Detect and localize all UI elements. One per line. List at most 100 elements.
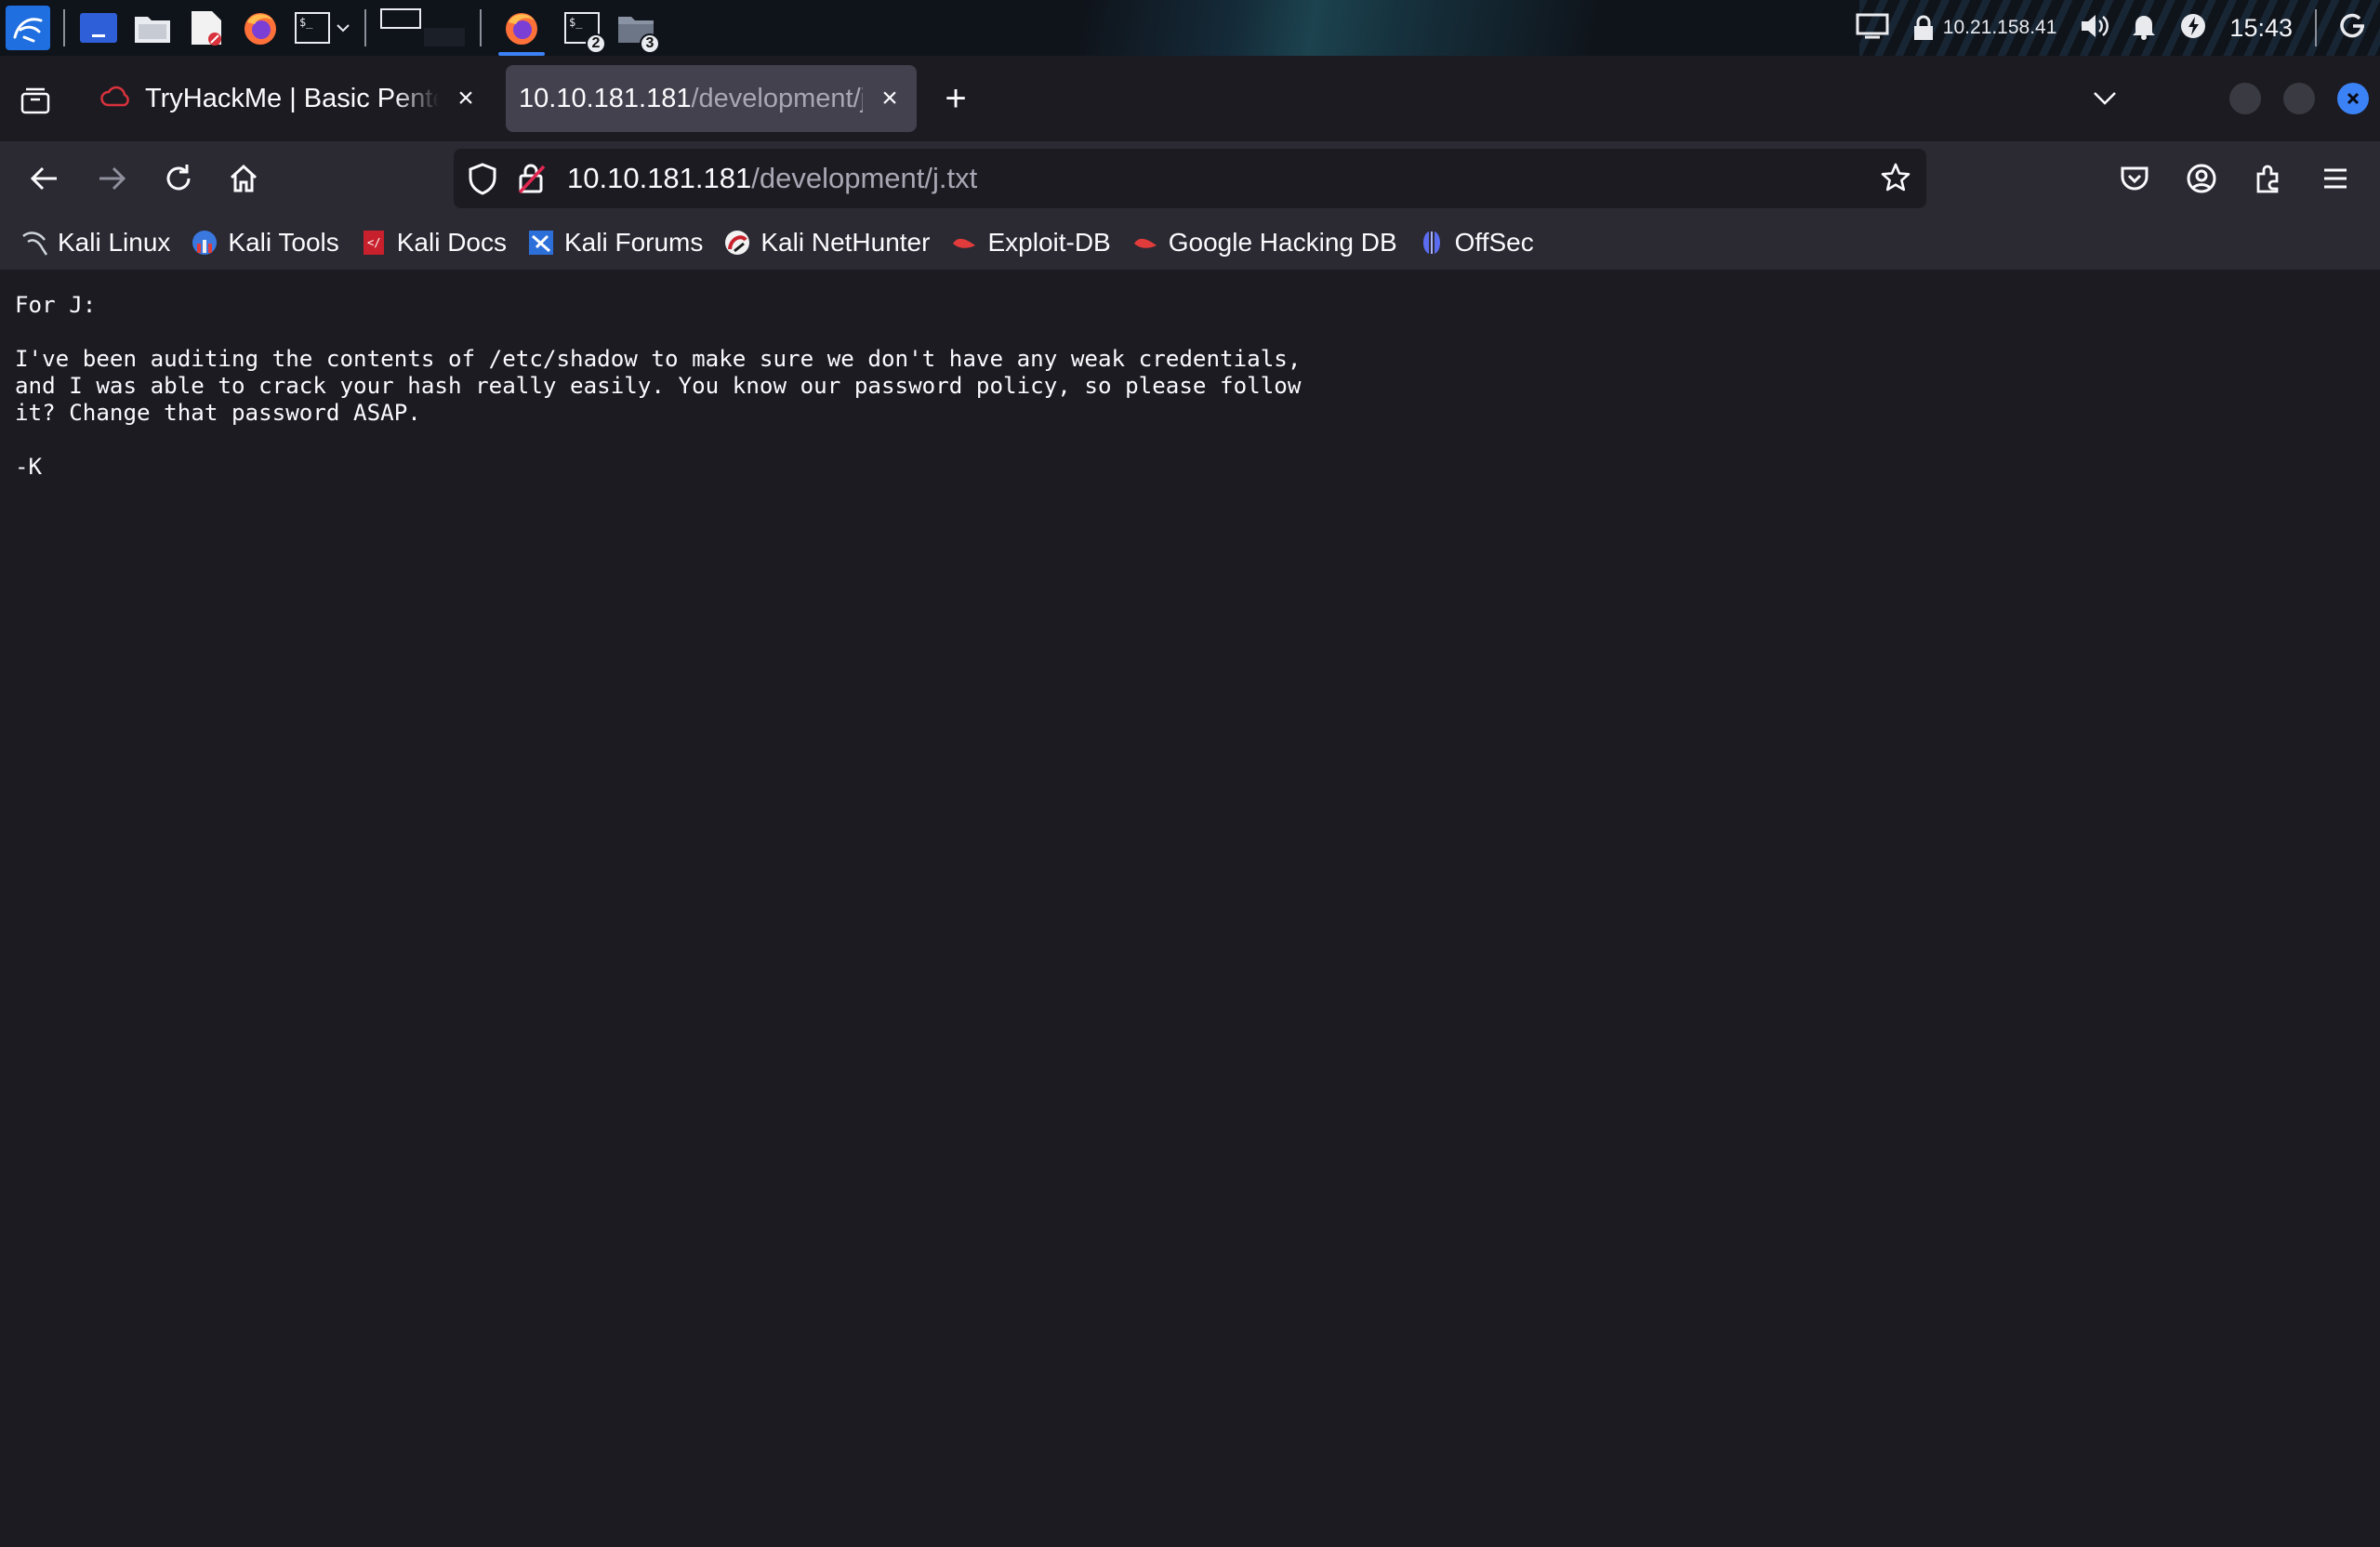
bookmark-label: Kali Tools <box>228 228 339 257</box>
reload-button[interactable] <box>160 160 197 197</box>
back-button[interactable] <box>26 160 63 197</box>
taskbar-separator <box>480 9 482 46</box>
logout-icon[interactable] <box>2339 12 2367 45</box>
svg-text:$_: $_ <box>569 16 583 29</box>
reload-icon <box>166 165 191 191</box>
volume-icon[interactable] <box>2079 12 2109 45</box>
firefox-launcher-icon[interactable] <box>240 7 281 48</box>
extensions-button[interactable] <box>2250 160 2287 197</box>
notifications-icon[interactable] <box>2131 12 2157 45</box>
url-text: 10.10.181.181/development/j.txt <box>567 162 977 195</box>
bookmark-kali-nethunter[interactable]: Kali NetHunter <box>723 228 930 258</box>
tab-j-txt[interactable]: 10.10.181.181/development/j.txt × <box>506 65 917 132</box>
bookmark-label: OffSec <box>1454 228 1534 257</box>
offsec-icon <box>1418 229 1446 257</box>
exploitdb-icon <box>950 229 978 257</box>
nethunter-icon <box>723 229 751 257</box>
clock[interactable]: 15:43 <box>2229 14 2293 43</box>
url-host: 10.10.181.181 <box>567 162 752 194</box>
bookmark-exploit-db[interactable]: Exploit-DB <box>950 228 1111 258</box>
navigation-toolbar: 10.10.181.181/development/j.txt <box>0 141 2380 216</box>
bookmark-offsec[interactable]: OffSec <box>1418 228 1534 258</box>
taskbar-separator <box>364 9 366 46</box>
vpn-ip-address: 10.21.158.41 <box>1942 17 2057 38</box>
window-maximize-button[interactable] <box>2283 83 2315 114</box>
bookmark-kali-forums[interactable]: Kali Forums <box>527 228 703 258</box>
window-count-badge: 2 <box>586 33 606 54</box>
page-content: For J: I've been auditing the contents o… <box>0 270 2380 1547</box>
hamburger-menu-icon <box>2324 168 2347 189</box>
tab-title: 10.10.181.181/development/j.txt <box>519 84 863 114</box>
insecure-connection-lock-icon[interactable] <box>517 162 547 200</box>
svg-text:</: </ <box>367 236 380 249</box>
tracking-protection-shield-icon[interactable] <box>467 162 498 200</box>
bookmark-label: Kali Linux <box>58 228 171 257</box>
tab-close-button[interactable]: × <box>876 83 904 114</box>
tab-title: TryHackMe | Basic Pentesting <box>145 83 439 113</box>
power-manager-icon[interactable] <box>2179 12 2207 45</box>
forward-button[interactable] <box>93 160 130 197</box>
kali-menu-icon[interactable] <box>6 6 50 50</box>
terminal-window-icon[interactable]: $_ 2 <box>562 7 606 54</box>
taskbar-separator <box>2315 9 2317 46</box>
bookmark-label: Google Hacking DB <box>1168 228 1397 257</box>
vpn-lock-icon <box>1913 15 1933 40</box>
pocket-icon <box>2121 166 2149 191</box>
terminal-launcher-icon[interactable]: $_ <box>294 7 351 48</box>
file-manager-icon[interactable] <box>132 7 173 48</box>
tab-title-path: /development/j.txt <box>691 83 863 113</box>
account-icon <box>2187 164 2216 193</box>
forward-arrow-icon <box>99 166 126 191</box>
bookmark-label: Exploit-DB <box>987 228 1111 257</box>
taskbar-launchers: $_ $_ 2 3 <box>6 0 660 56</box>
url-bar[interactable]: 10.10.181.181/development/j.txt <box>454 149 1926 208</box>
close-icon <box>2347 92 2360 105</box>
kali-tools-icon <box>191 229 218 257</box>
bookmark-label: Kali Docs <box>396 228 507 257</box>
list-all-tabs-chevron-icon[interactable] <box>2086 80 2123 117</box>
taskbar-separator <box>63 9 65 46</box>
bookmark-label: Kali NetHunter <box>760 228 931 257</box>
bookmark-kali-linux[interactable]: Kali Linux <box>20 228 170 258</box>
window-close-button[interactable] <box>2337 83 2369 114</box>
tryhackme-icon <box>100 85 132 113</box>
folder-window-icon[interactable]: 3 <box>615 7 660 54</box>
app-menu-button[interactable] <box>2317 160 2354 197</box>
workspace-switcher[interactable] <box>379 7 467 48</box>
extensions-puzzle-icon <box>2256 165 2279 193</box>
display-icon[interactable] <box>1856 12 1889 45</box>
bookmarks-toolbar: Kali Linux Kali Tools </ Kali Docs Kali … <box>0 216 2380 270</box>
show-desktop-icon[interactable] <box>78 7 119 48</box>
account-button[interactable] <box>2183 160 2220 197</box>
bookmark-kali-docs[interactable]: </ Kali Docs <box>360 228 507 258</box>
plain-text-document: For J: I've been auditing the contents o… <box>15 292 1302 480</box>
bookmark-star-icon[interactable] <box>1880 162 1911 198</box>
svg-text:$_: $_ <box>299 16 313 29</box>
bookmark-google-hacking-db[interactable]: Google Hacking DB <box>1131 228 1397 258</box>
kali-dragon-icon <box>20 229 48 257</box>
text-editor-icon[interactable] <box>186 7 227 48</box>
wallpaper-strip <box>1078 0 1599 56</box>
home-icon <box>230 164 258 192</box>
pocket-button[interactable] <box>2116 160 2153 197</box>
window-minimize-button[interactable] <box>2229 83 2261 114</box>
back-arrow-icon <box>30 166 57 191</box>
vpn-indicator[interactable]: 10.21.158.41 <box>1911 14 2057 42</box>
tab-tryhackme[interactable]: TryHackMe | Basic Pentesting × <box>87 65 493 132</box>
url-path: /development/j.txt <box>751 162 978 194</box>
firefox-view-icon[interactable] <box>17 82 54 119</box>
bookmark-label: Kali Forums <box>564 228 704 257</box>
bookmark-kali-tools[interactable]: Kali Tools <box>191 228 339 258</box>
browser-tab-strip: TryHackMe | Basic Pentesting × 10.10.181… <box>0 56 2380 141</box>
desktop-taskbar: $_ $_ 2 3 10.21.158.41 15:43 <box>0 0 2380 56</box>
window-count-badge: 3 <box>640 33 660 54</box>
ghdb-icon <box>1131 229 1159 257</box>
system-tray: 10.21.158.41 15:43 <box>1856 0 2380 56</box>
kali-docs-icon: </ <box>360 229 388 257</box>
kali-forums-icon <box>527 229 555 257</box>
new-tab-button[interactable]: + <box>937 80 974 117</box>
tab-close-button[interactable]: × <box>452 83 480 114</box>
firefox-window-icon[interactable] <box>495 7 549 56</box>
tab-title-host: 10.10.181.181 <box>519 83 692 113</box>
home-button[interactable] <box>225 160 262 197</box>
